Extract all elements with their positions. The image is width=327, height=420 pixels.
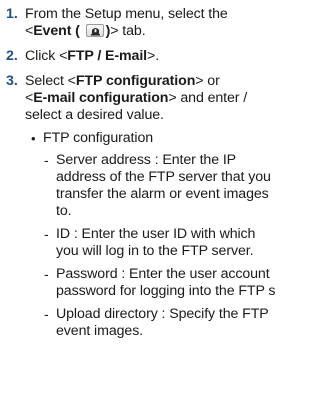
manual-page: 1. From the Setup menu, select the <Even…: [0, 0, 327, 420]
ftp-email-label: FTP / E-mail: [67, 48, 148, 64]
step-2-text: Click <FTP / E-mail>.: [25, 48, 160, 64]
server-address-line-1: Server address : Enter the IP: [56, 152, 237, 168]
event-tab-label: Event (: [33, 23, 80, 39]
id-line-1: ID : Enter the user ID with which: [56, 226, 256, 242]
id-line-2: you will log in to the FTP server.: [56, 243, 254, 259]
email-configuration-label: E-mail configuration: [33, 90, 169, 106]
password-line-2: password for logging into the FTP s: [56, 283, 276, 299]
server-address-line-4: to.: [56, 203, 72, 219]
server-address-line-3: transfer the alarm or event images: [56, 186, 269, 202]
step-3-text-line-2: <E-mail configuration> and enter /: [25, 90, 248, 106]
step-3-text-line-1: Select <FTP configuration> or: [25, 73, 220, 89]
upload-directory-line-1: Upload directory : Specify the FTP: [56, 306, 269, 322]
step-3-number: 3.: [6, 73, 18, 89]
step-2-number: 2.: [6, 48, 18, 64]
password-line-1: Password : Enter the user account: [56, 266, 270, 282]
step-1-number: 1.: [6, 6, 18, 22]
dash-server-address: -: [44, 152, 49, 168]
step-1-text-line-2: <Event ( )> tab.: [25, 23, 146, 39]
siren-icon: [85, 24, 104, 37]
upload-directory-line-2: event images.: [56, 323, 144, 339]
step-3-text-line-3: select a desired value.: [25, 107, 164, 123]
ftp-section-title: FTP configuration: [43, 130, 154, 146]
dash-upload-directory: -: [44, 306, 49, 322]
step-1-text-line-1: From the Setup menu, select the: [25, 6, 228, 22]
ftp-configuration-label: FTP configuration: [75, 73, 196, 89]
dash-password: -: [44, 266, 49, 282]
dash-id: -: [44, 226, 49, 242]
server-address-line-2: address of the FTP server that you: [56, 169, 271, 185]
bullet-icon: •: [31, 131, 36, 146]
